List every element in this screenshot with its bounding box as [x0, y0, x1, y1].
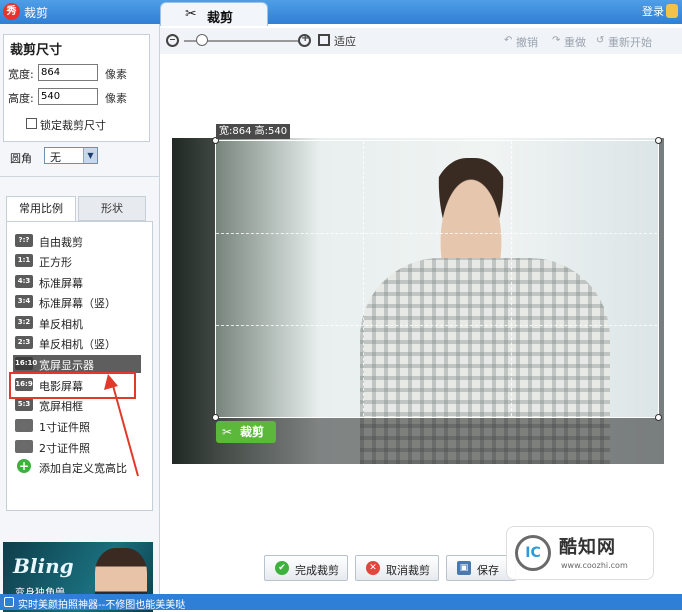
fit-icon[interactable]	[318, 34, 330, 46]
lock-size-label: 锁定裁剪尺寸	[40, 119, 106, 132]
tab-crop-label: 裁剪	[207, 11, 234, 26]
app-logo: 秀	[3, 3, 20, 20]
watermark-name: 酷知网	[559, 537, 616, 558]
tab-shape[interactable]: 形状	[78, 196, 146, 221]
ratio-3-4-icon: 3:4	[15, 295, 33, 308]
crop-mask-bottom	[215, 418, 659, 464]
crop-apply-label: 裁剪	[240, 425, 265, 439]
ratio-item-standard-portrait[interactable]: 3:4 标准屏幕（竖）	[13, 293, 141, 311]
user-icon[interactable]	[666, 4, 678, 18]
tab-common-ratio[interactable]: 常用比例	[6, 196, 76, 222]
ratio-item-free[interactable]: ?:? 自由裁剪	[13, 232, 141, 250]
crop-grid-line	[216, 233, 657, 234]
zoom-slider-handle[interactable]	[196, 34, 208, 46]
ratio-label: 宽屏显示器	[39, 359, 94, 372]
crop-grid-line	[511, 141, 512, 416]
ratio-item-dslr[interactable]: 3:2 单反相机	[13, 314, 141, 332]
chevron-down-icon: ▼	[83, 148, 97, 163]
zoom-out-icon[interactable]	[166, 34, 179, 47]
status-bar: 实时美颜拍照神器--不修图也能美美哒	[0, 594, 682, 611]
login-link[interactable]: 登录	[642, 3, 664, 19]
watermark-logo: IC	[515, 535, 551, 571]
crop-grid-line	[363, 141, 364, 416]
width-label: 宽度:	[8, 68, 34, 81]
crop-handle-top-right[interactable]	[655, 137, 662, 144]
ratio-5-3-icon: 5:3	[15, 398, 33, 411]
height-label: 高度:	[8, 92, 34, 105]
crop-dimension-label: 宽:864 高:540	[216, 124, 291, 139]
ratio-label: 单反相机	[39, 318, 83, 331]
camera-icon	[4, 597, 14, 607]
save-icon: ▣	[457, 561, 471, 575]
height-unit: 像素	[105, 92, 127, 105]
id-photo-icon	[15, 419, 33, 432]
ratio-label: 标准屏幕	[39, 277, 83, 290]
ratio-label: 2寸证件照	[39, 442, 90, 455]
crop-selection-box[interactable]	[215, 140, 659, 418]
redo-icon: ↷	[552, 35, 561, 46]
redo-button[interactable]: 重做	[564, 34, 586, 50]
restart-icon: ↺	[596, 35, 605, 46]
watermark-url: www.coozhi.com	[561, 561, 628, 570]
undo-button[interactable]: 撤销	[516, 34, 538, 50]
ratio-4-3-icon: 4:3	[15, 275, 33, 288]
ad-title: Bling	[13, 554, 74, 578]
ratio-label: 1寸证件照	[39, 421, 90, 434]
crop-mask-left	[172, 138, 215, 464]
round-corner-select[interactable]: 无 ▼	[44, 147, 98, 164]
save-label: 保存	[477, 564, 499, 577]
ratio-3-2-icon: 3:2	[15, 316, 33, 329]
lock-size-checkbox[interactable]	[26, 118, 37, 129]
scissors-icon: ✂	[185, 6, 197, 22]
annotation-arrow	[104, 374, 139, 477]
ratio-item-widescreen[interactable]: 16:10 宽屏显示器	[13, 355, 141, 373]
zoom-in-icon[interactable]	[298, 33, 311, 47]
watermark: IC 酷知网 www.coozhi.com	[506, 526, 654, 580]
crop-apply-button[interactable]: ✂ 裁剪	[216, 421, 276, 443]
ratio-item-standard[interactable]: 4:3 标准屏幕	[13, 273, 141, 291]
scissors-icon: ✂	[222, 425, 233, 439]
height-input[interactable]	[38, 88, 98, 105]
tab-crop[interactable]: ✂ 裁剪	[160, 2, 268, 26]
undo-icon: ↶	[504, 35, 513, 46]
ratio-label: 自由裁剪	[39, 236, 83, 249]
crop-handle-bottom-right[interactable]	[655, 414, 662, 421]
width-input[interactable]	[38, 64, 98, 81]
ratio-16-10-icon: 16:10	[15, 357, 37, 370]
close-icon: ✕	[366, 561, 380, 575]
round-corner-label: 圆角	[10, 152, 32, 165]
ratio-label: 单反相机（竖）	[39, 338, 116, 351]
round-corner-value: 无	[50, 151, 61, 164]
ratio-item-dslr-portrait[interactable]: 2:3 单反相机（竖）	[13, 334, 141, 352]
cancel-crop-button[interactable]: ✕ 取消裁剪	[355, 555, 439, 581]
fit-button[interactable]: 适应	[334, 33, 356, 49]
ratio-item-square[interactable]: 1:1 正方形	[13, 252, 141, 270]
finish-crop-label: 完成裁剪	[295, 564, 339, 577]
width-unit: 像素	[105, 68, 127, 81]
ratio-label: 宽屏相框	[39, 400, 83, 413]
ratio-label: 标准屏幕（竖）	[39, 297, 116, 310]
crop-grid-line	[216, 325, 657, 326]
left-panel: 裁剪尺寸 宽度: 像素 高度: 像素 锁定裁剪尺寸 圆角 无 ▼ 常用比例 形状…	[0, 24, 160, 612]
check-icon: ✔	[275, 561, 289, 575]
ratio-label: 正方形	[39, 256, 72, 269]
ratio-2-3-icon: 2:3	[15, 336, 33, 349]
ratio-1-1-icon: 1:1	[15, 254, 33, 267]
add-icon: +	[17, 459, 31, 473]
crop-size-title: 裁剪尺寸	[10, 43, 63, 58]
toolbar: 适应 ↶ 撤销 ↷ 重做 ↺ 重新开始	[160, 28, 682, 54]
finish-crop-button[interactable]: ✔ 完成裁剪	[264, 555, 348, 581]
app-title: 裁剪	[24, 6, 49, 20]
divider	[0, 176, 160, 177]
id-photo-icon	[15, 440, 33, 453]
ratio-free-icon: ?:?	[15, 234, 33, 247]
title-bar: 秀 裁剪 ✂ 裁剪 登录	[0, 0, 682, 26]
cancel-crop-label: 取消裁剪	[386, 564, 430, 577]
crop-handle-bottom-left[interactable]	[212, 414, 219, 421]
restart-button[interactable]: 重新开始	[608, 34, 652, 50]
status-text[interactable]: 实时美颜拍照神器--不修图也能美美哒	[18, 596, 185, 611]
